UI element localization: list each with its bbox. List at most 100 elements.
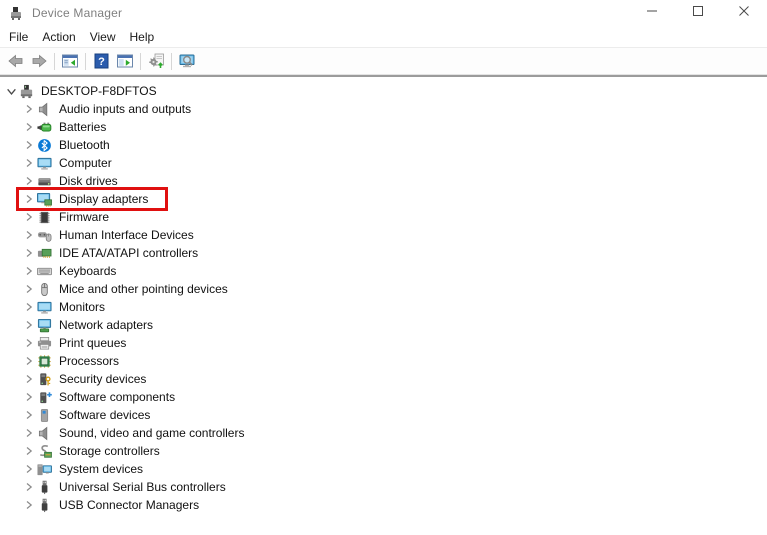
system-device-icon (37, 462, 52, 477)
tree-item-software-components[interactable]: Software components (0, 388, 767, 406)
usb-plug-icon (37, 480, 52, 495)
chevron-right-icon[interactable] (22, 318, 36, 332)
tree-item-label: Audio inputs and outputs (59, 102, 192, 116)
chevron-right-icon[interactable] (22, 210, 36, 224)
chevron-right-icon[interactable] (22, 354, 36, 368)
minimize-button[interactable] (629, 0, 675, 26)
chevron-right-icon[interactable] (22, 102, 36, 116)
tree-item-monitors[interactable]: Monitors (0, 298, 767, 316)
window-controls (629, 0, 767, 26)
scan-hardware-icon (148, 53, 165, 69)
tree-item-label: Mice and other pointing devices (59, 282, 228, 296)
tree-item-keyboards[interactable]: Keyboards (0, 262, 767, 280)
tree-item-storage-controllers[interactable]: Storage controllers (0, 442, 767, 460)
bluetooth-icon (37, 138, 52, 153)
menu-item-view[interactable]: View (83, 27, 123, 47)
security-device-icon (37, 372, 52, 387)
disk-drive-icon (37, 174, 52, 189)
tree-item-label: Processors (59, 354, 120, 368)
tree-item-processors[interactable]: Processors (0, 352, 767, 370)
device-manager-window: Device Manager File Action View Help ? DESK… (0, 0, 767, 535)
tree-item-computer[interactable]: Computer (0, 154, 767, 172)
chevron-right-icon[interactable] (22, 174, 36, 188)
tree-item-label: Batteries (59, 120, 107, 134)
tree-item-mice-and-other-pointing-devices[interactable]: Mice and other pointing devices (0, 280, 767, 298)
properties-button[interactable] (113, 49, 137, 73)
console-tree-button[interactable] (58, 49, 82, 73)
tree-item-firmware[interactable]: Firmware (0, 208, 767, 226)
tree-item-label: Firmware (59, 210, 109, 224)
mouse-icon (37, 282, 52, 297)
tree-item-software-devices[interactable]: Software devices (0, 406, 767, 424)
printer-icon (37, 336, 52, 351)
tree-item-batteries[interactable]: Batteries (0, 118, 767, 136)
software-component-icon (37, 390, 52, 405)
chevron-right-icon[interactable] (22, 390, 36, 404)
close-button[interactable] (721, 0, 767, 26)
menu-item-action[interactable]: Action (35, 27, 82, 47)
tree-item-label: Security devices (59, 372, 147, 386)
chevron-right-icon[interactable] (22, 408, 36, 422)
tree-item-human-interface-devices[interactable]: Human Interface Devices (0, 226, 767, 244)
close-icon (738, 4, 750, 22)
menu-item-help[interactable]: Help (123, 27, 162, 47)
tree-item-label: Disk drives (59, 174, 118, 188)
tree-item-label: Network adapters (59, 318, 154, 332)
tree-item-usb-connector-managers[interactable]: USB Connector Managers (0, 496, 767, 514)
forward-arrow-button[interactable] (27, 49, 51, 73)
chevron-right-icon[interactable] (22, 444, 36, 458)
back-arrow-button[interactable] (3, 49, 27, 73)
audio-icon (37, 426, 52, 441)
tree-item-ide-ata-atapi-controllers[interactable]: IDE ATA/ATAPI controllers (0, 244, 767, 262)
tree-item-system-devices[interactable]: System devices (0, 460, 767, 478)
device-tree: DESKTOP-F8DFTOS Audio inputs and outputs B… (0, 78, 767, 535)
tree-item-disk-drives[interactable]: Disk drives (0, 172, 767, 190)
chevron-right-icon[interactable] (22, 336, 36, 350)
chevron-right-icon[interactable] (22, 282, 36, 296)
display-adapter-icon (37, 192, 52, 207)
chevron-right-icon[interactable] (22, 426, 36, 440)
tree-item-display-adapters[interactable]: Display adapters (0, 190, 767, 208)
tree-item-label: Universal Serial Bus controllers (59, 480, 226, 494)
chevron-right-icon[interactable] (22, 264, 36, 278)
tree-item-bluetooth[interactable]: Bluetooth (0, 136, 767, 154)
maximize-button[interactable] (675, 0, 721, 26)
processor-icon (37, 354, 52, 369)
chevron-right-icon[interactable] (22, 462, 36, 476)
chevron-right-icon[interactable] (22, 156, 36, 170)
tree-item-universal-serial-bus-controllers[interactable]: Universal Serial Bus controllers (0, 478, 767, 496)
menu-item-file[interactable]: File (2, 27, 35, 47)
chevron-right-icon[interactable] (22, 246, 36, 260)
chevron-down-icon[interactable] (4, 84, 18, 98)
toolbar: ? (0, 48, 767, 75)
back-arrow-icon (6, 53, 25, 69)
search-computer-icon (177, 53, 197, 69)
help-icon: ? (93, 53, 110, 69)
title-bar: Device Manager (0, 0, 767, 26)
toolbar-separator (171, 52, 172, 70)
tree-item-label: USB Connector Managers (59, 498, 200, 512)
tree-item-desktop-f8dftos[interactable]: DESKTOP-F8DFTOS (0, 82, 767, 100)
search-computer-button[interactable] (175, 49, 199, 73)
chevron-right-icon[interactable] (22, 192, 36, 206)
tree-item-security-devices[interactable]: Security devices (0, 370, 767, 388)
tree-item-label: Monitors (59, 300, 106, 314)
chevron-right-icon[interactable] (22, 372, 36, 386)
hid-icon (37, 228, 52, 243)
toolbar-content-divider (0, 75, 767, 77)
chevron-right-icon[interactable] (22, 138, 36, 152)
tree-item-sound-video-and-game-controllers[interactable]: Sound, video and game controllers (0, 424, 767, 442)
storage-controller-icon (37, 444, 52, 459)
tree-item-audio-inputs-and-outputs[interactable]: Audio inputs and outputs (0, 100, 767, 118)
forward-arrow-icon (30, 53, 49, 69)
chevron-right-icon[interactable] (22, 228, 36, 242)
scan-hardware-button[interactable] (144, 49, 168, 73)
chevron-right-icon[interactable] (22, 498, 36, 512)
chevron-right-icon[interactable] (22, 480, 36, 494)
tree-item-print-queues[interactable]: Print queues (0, 334, 767, 352)
toolbar-separator (54, 52, 55, 70)
chevron-right-icon[interactable] (22, 300, 36, 314)
help-button[interactable]: ? (89, 49, 113, 73)
tree-item-network-adapters[interactable]: Network adapters (0, 316, 767, 334)
chevron-right-icon[interactable] (22, 120, 36, 134)
